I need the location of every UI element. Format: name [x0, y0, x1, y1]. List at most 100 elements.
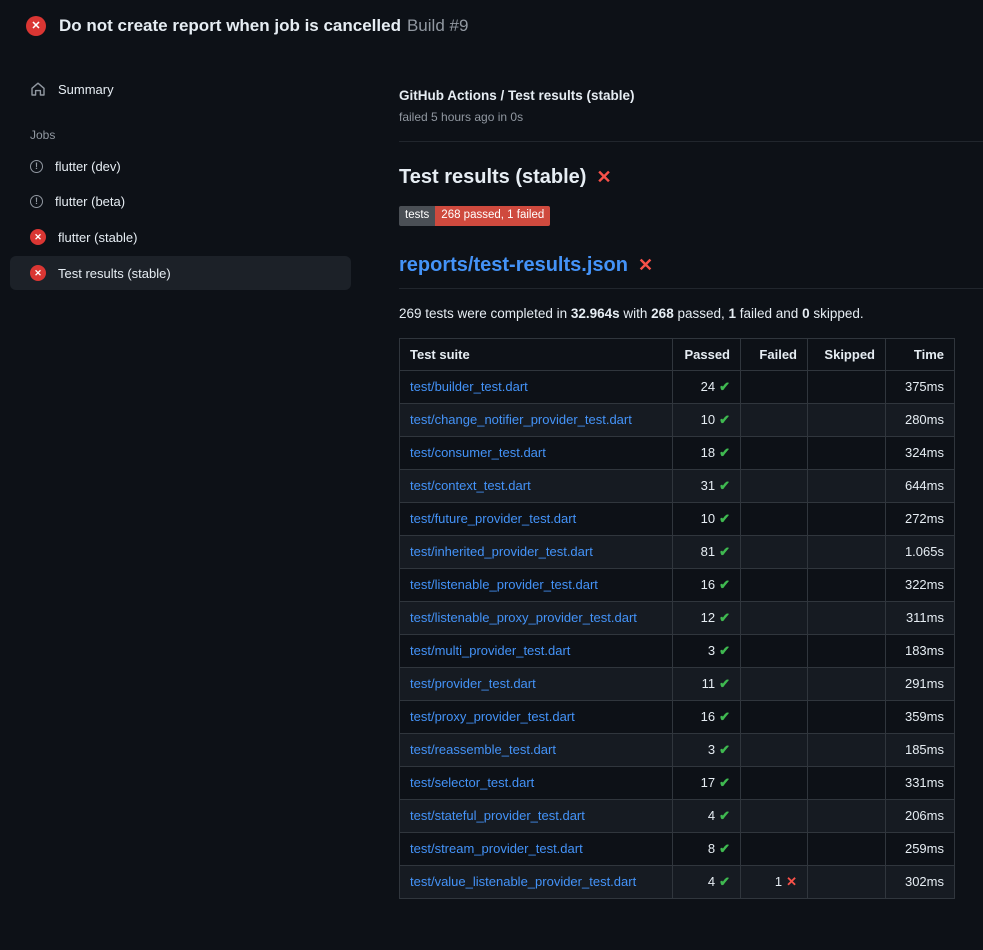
col-passed: Passed: [673, 338, 741, 370]
col-time: Time: [886, 338, 955, 370]
home-icon: [30, 81, 46, 97]
failed-cell: [741, 766, 808, 799]
skipped-cell: [808, 667, 886, 700]
layout: Summary Jobs ! flutter (dev) ! flutter (…: [0, 50, 983, 899]
col-failed: Failed: [741, 338, 808, 370]
passed-cell: 4✔: [673, 865, 741, 898]
passed-cell: 10✔: [673, 502, 741, 535]
job-label: flutter (dev): [55, 159, 121, 174]
table-row: test/reassemble_test.dart 3✔ 185ms: [400, 733, 955, 766]
time-cell: 644ms: [886, 469, 955, 502]
passed-cell: 17✔: [673, 766, 741, 799]
sidebar-job-item[interactable]: ✕ Test results (stable): [10, 256, 351, 290]
results-table: Test suite Passed Failed Skipped Time te…: [399, 338, 955, 899]
job-label: Test results (stable): [58, 266, 171, 281]
suite-link[interactable]: test/stream_provider_test.dart: [410, 841, 583, 856]
summary-text: skipped.: [810, 306, 864, 321]
table-row: test/inherited_provider_test.dart 81✔ 1.…: [400, 535, 955, 568]
skipped-cell: [808, 370, 886, 403]
skipped-cell: [808, 568, 886, 601]
summary-text: passed,: [674, 306, 729, 321]
suite-link[interactable]: test/proxy_provider_test.dart: [410, 709, 575, 724]
check-icon: ✔: [719, 676, 730, 691]
x-circle-icon: ✕: [26, 16, 46, 36]
check-icon: ✔: [719, 478, 730, 493]
job-label: flutter (stable): [58, 230, 137, 245]
table-row: test/listenable_provider_test.dart 16✔ 3…: [400, 568, 955, 601]
table-row: test/stream_provider_test.dart 8✔ 259ms: [400, 832, 955, 865]
col-test-suite: Test suite: [400, 338, 673, 370]
breadcrumb: GitHub Actions / Test results (stable): [399, 88, 983, 103]
summary-duration: 32.964s: [571, 306, 620, 321]
failed-cell: [741, 568, 808, 601]
time-cell: 331ms: [886, 766, 955, 799]
skipped-cell: [808, 436, 886, 469]
section-title: Test results (stable) ✕: [399, 166, 983, 189]
failed-cell: [741, 700, 808, 733]
table-row: test/selector_test.dart 17✔ 331ms: [400, 766, 955, 799]
divider: [399, 141, 983, 142]
time-cell: 324ms: [886, 436, 955, 469]
table-row: test/listenable_proxy_provider_test.dart…: [400, 601, 955, 634]
suite-link[interactable]: test/provider_test.dart: [410, 676, 536, 691]
suite-link[interactable]: test/selector_test.dart: [410, 775, 534, 790]
suite-link[interactable]: test/listenable_provider_test.dart: [410, 577, 598, 592]
time-cell: 1.065s: [886, 535, 955, 568]
x-circle-icon: ✕: [30, 229, 46, 245]
failed-cell: [741, 832, 808, 865]
suite-link[interactable]: test/context_test.dart: [410, 478, 531, 493]
suite-link[interactable]: test/inherited_provider_test.dart: [410, 544, 593, 559]
sidebar: Summary Jobs ! flutter (dev) ! flutter (…: [0, 50, 375, 292]
time-cell: 185ms: [886, 733, 955, 766]
table-row: test/stateful_provider_test.dart 4✔ 206m…: [400, 799, 955, 832]
failed-cell: [741, 733, 808, 766]
skipped-cell: [808, 601, 886, 634]
check-icon: ✔: [719, 544, 730, 559]
suite-link[interactable]: test/consumer_test.dart: [410, 445, 546, 460]
suite-link[interactable]: test/change_notifier_provider_test.dart: [410, 412, 632, 427]
suite-link[interactable]: test/value_listenable_provider_test.dart: [410, 874, 636, 889]
failed-cell: [741, 634, 808, 667]
sidebar-job-item[interactable]: ✕ flutter (stable): [10, 220, 351, 254]
sidebar-item-summary[interactable]: Summary: [10, 72, 351, 106]
time-cell: 259ms: [886, 832, 955, 865]
time-cell: 302ms: [886, 865, 955, 898]
skipped-cell: [808, 733, 886, 766]
sidebar-job-item[interactable]: ! flutter (beta): [10, 185, 351, 218]
summary-text: failed and: [736, 306, 802, 321]
check-icon: ✔: [719, 445, 730, 460]
suite-link[interactable]: test/multi_provider_test.dart: [410, 643, 570, 658]
passed-cell: 8✔: [673, 832, 741, 865]
summary-failed-count: 1: [729, 306, 737, 321]
report-link[interactable]: reports/test-results.json: [399, 254, 628, 277]
skipped-cell: [808, 799, 886, 832]
jobs-heading: Jobs: [0, 128, 375, 142]
check-icon: ✔: [719, 643, 730, 658]
x-icon: ✕: [786, 874, 797, 889]
passed-cell: 3✔: [673, 733, 741, 766]
badge-label: tests: [399, 206, 435, 226]
failed-cell: [741, 370, 808, 403]
suite-link[interactable]: test/future_provider_test.dart: [410, 511, 576, 526]
suite-link[interactable]: test/reassemble_test.dart: [410, 742, 556, 757]
section-title-text: Test results (stable): [399, 166, 586, 189]
passed-cell: 11✔: [673, 667, 741, 700]
x-icon: ✕: [638, 255, 653, 276]
sidebar-job-item[interactable]: ! flutter (dev): [10, 150, 351, 183]
run-meta: failed 5 hours ago in 0s: [399, 110, 983, 124]
skipped-cell: [808, 634, 886, 667]
failed-cell: [741, 535, 808, 568]
x-icon: ✕: [596, 167, 611, 188]
suite-link[interactable]: test/builder_test.dart: [410, 379, 528, 394]
suite-link[interactable]: test/stateful_provider_test.dart: [410, 808, 585, 823]
check-icon: ✔: [719, 874, 730, 889]
time-cell: 272ms: [886, 502, 955, 535]
passed-cell: 10✔: [673, 403, 741, 436]
summary-line: 269 tests were completed in 32.964s with…: [399, 306, 983, 321]
suite-link[interactable]: test/listenable_proxy_provider_test.dart: [410, 610, 637, 625]
passed-cell: 18✔: [673, 436, 741, 469]
check-icon: ✔: [719, 775, 730, 790]
failed-cell: 1✕: [741, 865, 808, 898]
skipped-cell: [808, 766, 886, 799]
skipped-cell: [808, 832, 886, 865]
